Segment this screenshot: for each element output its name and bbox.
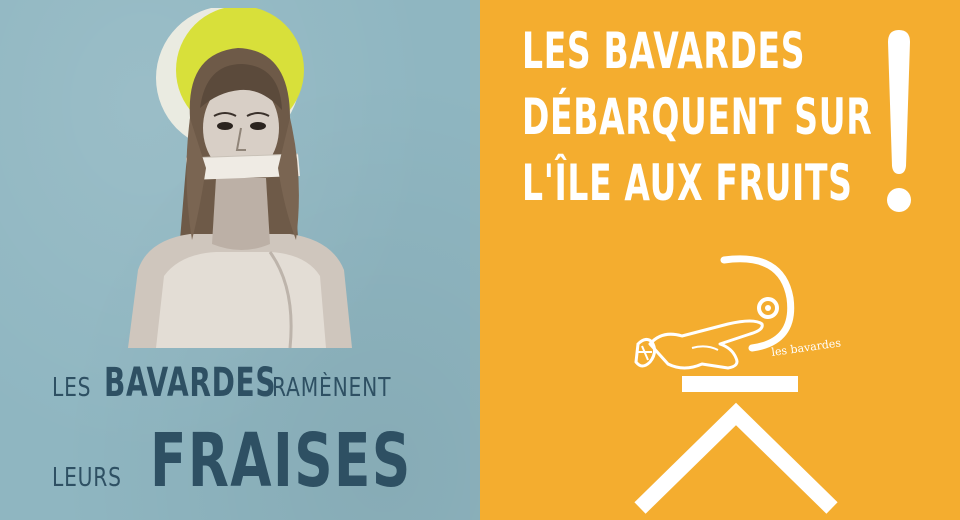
left-poster-panel: LES BAVARDES RAMÈNENT LEURS FRAISES: [0, 0, 480, 520]
slogan-word-leurs: LEURS: [52, 463, 122, 493]
left-slogan: LES BAVARDES RAMÈNENT LEURS FRAISES: [52, 360, 472, 504]
headline-line-3: L'ÎLE AUX FRUITS: [522, 154, 853, 212]
slogan-word-les: LES: [52, 373, 92, 403]
exclamation-mark: [884, 28, 914, 218]
headline-line-1: LES BAVARDES: [522, 22, 806, 80]
slogan-word-fraises: FRAISES: [149, 418, 412, 504]
headline-line-2: DÉBARQUENT SUR: [522, 88, 873, 146]
slogan-line-1: LES BAVARDES RAMÈNENT: [52, 360, 472, 418]
woman-collage-image: [120, 8, 360, 348]
headline: LES BAVARDES DÉBARQUENT SUR L'ÎLE AUX FR…: [522, 18, 873, 216]
right-poster-panel: LES BAVARDES DÉBARQUENT SUR L'ÎLE AUX FR…: [480, 0, 960, 520]
les-bavardes-logo: les bavardes: [632, 252, 842, 514]
slogan-word-ramenent: RAMÈNENT: [272, 373, 392, 403]
slogan-word-bavardes: BAVARDES: [104, 360, 277, 406]
slogan-line-2: LEURS FRAISES: [52, 418, 472, 504]
